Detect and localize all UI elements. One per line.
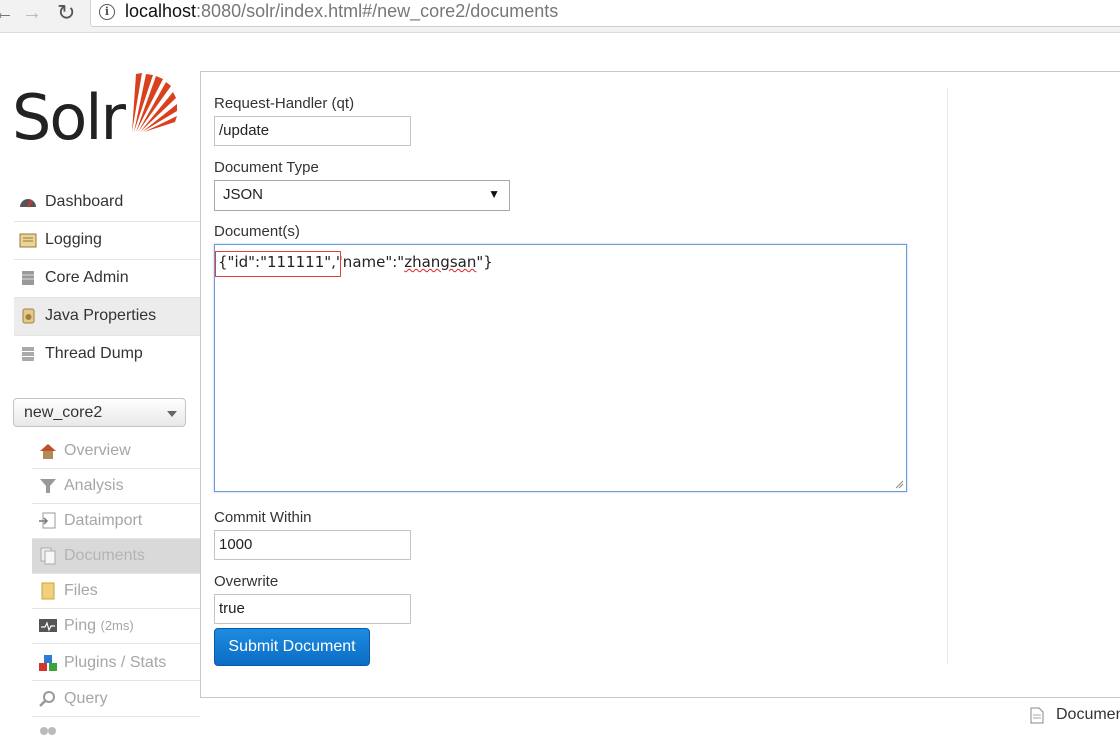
menu-label: Logging bbox=[45, 231, 102, 248]
menu-item-thread-dump[interactable]: Thread Dump bbox=[14, 336, 200, 374]
core-menu-item-dataimport[interactable]: Dataimport bbox=[32, 504, 200, 539]
core-menu-item-ping[interactable]: Ping (2ms) bbox=[32, 609, 200, 644]
thread-dump-icon bbox=[22, 347, 34, 361]
resize-handle-icon[interactable] bbox=[895, 480, 904, 489]
core-menu-label: Files bbox=[64, 582, 98, 599]
footer-documentation-link[interactable]: Documen bbox=[1030, 704, 1120, 728]
overwrite-label: Overwrite bbox=[214, 573, 279, 590]
menu-label: Java Properties bbox=[45, 307, 157, 324]
address-bar[interactable]: i localhost:8080/solr/index.html#/new_co… bbox=[90, 0, 1120, 27]
core-menu-item-plugins-stats[interactable]: Plugins / Stats bbox=[32, 646, 200, 681]
menu-item-logging[interactable]: Logging bbox=[14, 222, 200, 260]
plugins-icon bbox=[39, 655, 57, 671]
home-icon bbox=[40, 444, 56, 459]
dropdown-arrow-icon: ▼ bbox=[488, 187, 500, 201]
menu-item-dashboard[interactable]: Dashboard bbox=[14, 184, 200, 222]
core-menu-item-analysis[interactable]: Analysis bbox=[32, 469, 200, 504]
footer-documentation-label: Documen bbox=[1056, 706, 1120, 723]
commit-within-input[interactable]: 1000 bbox=[214, 530, 411, 560]
dashboard-icon bbox=[20, 199, 36, 208]
menu-item-java-properties[interactable]: Java Properties bbox=[14, 298, 200, 336]
info-icon[interactable]: i bbox=[99, 4, 115, 20]
logo-text: Solr bbox=[12, 81, 126, 154]
solr-logo[interactable]: Solr bbox=[12, 72, 177, 157]
overwrite-value: true bbox=[219, 600, 245, 617]
documents-textarea[interactable]: {"id":"111111","name":"zhangsan"} bbox=[214, 244, 907, 492]
core-admin-icon bbox=[22, 271, 34, 285]
logging-icon bbox=[19, 233, 37, 248]
annotation-highlight-box bbox=[215, 251, 341, 277]
dataimport-icon bbox=[39, 512, 56, 529]
reload-icon[interactable]: ↻ bbox=[57, 0, 75, 26]
ping-icon bbox=[39, 619, 57, 632]
core-menu-item-query[interactable]: Query bbox=[32, 682, 200, 717]
panel-divider bbox=[947, 88, 948, 664]
back-arrow-icon[interactable]: ← bbox=[0, 2, 14, 25]
overwrite-input[interactable]: true bbox=[214, 594, 411, 624]
core-selector-value: new_core2 bbox=[24, 404, 103, 421]
menu-label: Core Admin bbox=[45, 269, 129, 286]
core-menu-item-overview[interactable]: Overview bbox=[32, 434, 200, 469]
core-menu-item-files[interactable]: Files bbox=[32, 574, 200, 609]
replication-icon bbox=[40, 727, 56, 735]
files-icon bbox=[41, 582, 55, 600]
java-icon bbox=[22, 308, 35, 324]
commit-within-label: Commit Within bbox=[214, 509, 312, 526]
solr-sun-icon bbox=[132, 73, 177, 132]
submit-document-button[interactable]: Submit Document bbox=[214, 628, 370, 666]
core-menu-label: Ping (2ms) bbox=[64, 617, 134, 634]
core-menu-label: Analysis bbox=[64, 477, 124, 494]
document-icon bbox=[1030, 707, 1044, 724]
query-icon bbox=[39, 691, 55, 707]
core-menu-label: Overview bbox=[64, 442, 131, 459]
core-menu-label: Documents bbox=[64, 547, 145, 564]
documents-label: Document(s) bbox=[214, 223, 300, 240]
request-handler-value: /update bbox=[219, 122, 270, 139]
core-menu-item-documents[interactable]: Documents bbox=[32, 539, 200, 574]
menu-label: Dashboard bbox=[45, 193, 124, 210]
document-type-value: JSON bbox=[223, 186, 264, 203]
commit-within-value: 1000 bbox=[219, 536, 253, 553]
document-type-select[interactable]: JSON ▼ bbox=[214, 180, 510, 211]
core-menu-item-more[interactable] bbox=[32, 717, 200, 752]
chevron-down-icon bbox=[167, 411, 177, 417]
core-menu-label: Query bbox=[64, 690, 108, 707]
browser-toolbar: ← → ↻ i localhost:8080/solr/index.html#/… bbox=[0, 0, 1120, 33]
funnel-icon bbox=[40, 479, 56, 493]
document-type-label: Document Type bbox=[214, 159, 319, 176]
url-text: localhost:8080/solr/index.html#/new_core… bbox=[125, 1, 559, 21]
core-menu-label: Dataimport bbox=[64, 512, 143, 529]
request-handler-label: Request-Handler (qt) bbox=[214, 95, 355, 112]
menu-label: Thread Dump bbox=[45, 345, 143, 362]
core-selector[interactable]: new_core2 bbox=[13, 398, 186, 427]
request-handler-input[interactable]: /update bbox=[214, 116, 411, 146]
core-menu-label: Plugins / Stats bbox=[64, 654, 167, 671]
forward-arrow-icon[interactable]: → bbox=[22, 2, 42, 25]
menu-item-core-admin[interactable]: Core Admin bbox=[14, 260, 200, 298]
documents-icon bbox=[40, 547, 56, 565]
